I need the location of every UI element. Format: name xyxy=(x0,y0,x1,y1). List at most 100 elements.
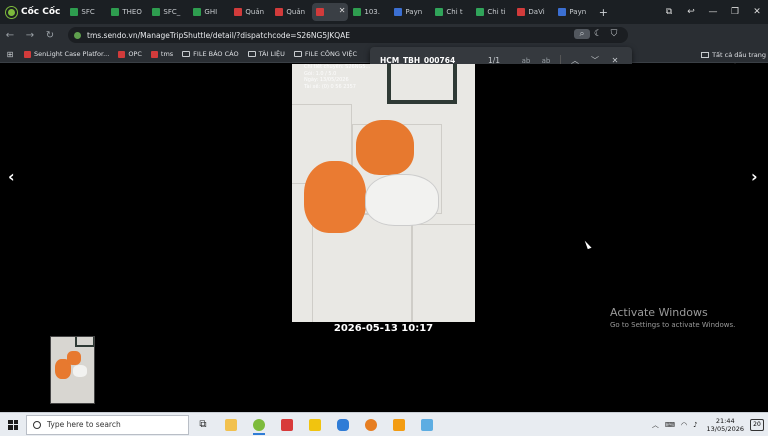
notification-button[interactable]: 20 xyxy=(750,419,764,431)
browser-tab[interactable]: Chi t xyxy=(431,3,471,21)
stamp-line: Chi tiết chuyến: S26NG5... xyxy=(304,64,371,70)
all-bookmarks-label: Tất cả dấu trang xyxy=(712,50,766,59)
bookmark-item[interactable]: TÀI LIỆU xyxy=(247,50,285,58)
file-explorer-app[interactable] xyxy=(217,414,245,436)
sublime-app-icon xyxy=(393,418,405,431)
ultraviewer-app[interactable] xyxy=(357,414,385,436)
photo-thumbnail[interactable] xyxy=(50,336,95,404)
stamp-line: Tài xế: (0) 0 56 2357 xyxy=(304,83,356,90)
sticky-notes-app[interactable] xyxy=(301,414,329,436)
address-bar[interactable]: tms.sendo.vn/ManageTripShuttle/detail/?d… xyxy=(68,27,628,43)
folder-app-icon xyxy=(225,418,237,431)
stool-leg xyxy=(387,64,457,104)
tab-favicon-icon xyxy=(517,8,526,16)
back-icon[interactable]: ← xyxy=(0,30,20,41)
tab-favicon-icon xyxy=(111,8,120,16)
image-viewer: Chi tiết chuyến: S26NG5... Gói: 1.0 / 5.0… xyxy=(0,64,768,406)
browser-tab[interactable]: Chi ti xyxy=(472,3,512,21)
bookmark-favicon-icon xyxy=(118,50,126,58)
browser-tab[interactable]: ✕ xyxy=(312,3,349,21)
window-controls: ⧉ ↩ — ❐ ✕ xyxy=(658,0,768,24)
url-text[interactable]: tms.sendo.vn/ManageTripShuttle/detail/?d… xyxy=(87,31,350,40)
maximize-icon[interactable]: ❐ xyxy=(724,7,746,17)
tab-label: Chi t xyxy=(446,8,463,16)
folder-icon xyxy=(182,51,191,57)
floor-tile xyxy=(412,224,475,322)
all-bookmarks[interactable]: Tất cả dấu trang xyxy=(701,46,768,63)
apps-grid-icon[interactable]: ⊞ xyxy=(2,50,18,59)
previous-image-button[interactable]: ‹ xyxy=(8,167,15,186)
mouse-cursor xyxy=(584,237,596,250)
tab-favicon-icon xyxy=(353,8,362,16)
windows-taskbar: Type here to search ⧉ ︿ ⌨ ◠ ♪ 21:44 13/0… xyxy=(0,412,768,436)
bookmark-favicon-icon xyxy=(150,50,158,58)
tab-search-icon[interactable]: ⧉ xyxy=(658,7,680,17)
zalo-app[interactable] xyxy=(329,414,357,436)
next-image-button[interactable]: › xyxy=(751,167,758,186)
white-bag xyxy=(365,174,439,226)
navigation-bar: ← → ↻ tms.sendo.vn/ManageTripShuttle/det… xyxy=(0,24,768,64)
close-window-icon[interactable]: ✕ xyxy=(746,7,768,17)
wps-app[interactable] xyxy=(273,414,301,436)
tab-favicon-icon xyxy=(316,8,325,16)
system-tray: ︿ ⌨ ◠ ♪ 21:44 13/05/2026 20 xyxy=(649,413,768,436)
omnibox-actions: ⌕ ☾ ⛉ xyxy=(574,29,622,39)
tab-favicon-icon xyxy=(234,8,243,16)
bookmark-item[interactable]: FILE CÔNG VIỆC xyxy=(293,50,357,58)
tab-favicon-icon xyxy=(152,8,161,16)
browser-tab[interactable]: Payn xyxy=(390,3,430,21)
browser-tab[interactable]: DaVi xyxy=(513,3,553,21)
bookmark-label: FILE BÁO CÁO xyxy=(193,50,239,58)
show-hidden-icons[interactable]: ︿ xyxy=(652,420,659,430)
back-to-tabs-icon[interactable]: ↩ xyxy=(680,7,702,17)
minimize-icon[interactable]: — xyxy=(702,7,724,17)
tab-favicon-icon xyxy=(275,8,284,16)
tab-label: 103. xyxy=(364,8,380,16)
search-placeholder: Type here to search xyxy=(47,420,121,429)
bookmark-item[interactable]: OPC xyxy=(118,50,142,58)
browser-tab[interactable]: Payn xyxy=(554,3,594,21)
tab-label: SFC_ xyxy=(163,8,181,16)
find-active-icon[interactable]: ⌕ xyxy=(574,29,590,39)
bookmark-item[interactable]: SenLight Case Platfor... xyxy=(24,50,109,58)
clock[interactable]: 21:44 13/05/2026 xyxy=(707,417,744,433)
folder-icon xyxy=(701,51,710,58)
browser-tab[interactable]: Quản xyxy=(230,3,270,21)
taskbar-search[interactable]: Type here to search xyxy=(26,414,189,435)
close-tab-icon[interactable]: ✕ xyxy=(339,6,346,15)
bookmark-item[interactable]: FILE BÁO CÁO xyxy=(182,50,239,58)
language-icon[interactable]: ⌨ xyxy=(665,421,675,429)
forward-icon[interactable]: → xyxy=(20,30,40,41)
bookmark-favicon-icon xyxy=(24,50,31,58)
zalo-app-icon xyxy=(337,418,349,431)
coccoc-app[interactable] xyxy=(245,414,273,436)
browser-tab[interactable]: GHI xyxy=(189,3,229,21)
sublime-app[interactable] xyxy=(385,414,413,436)
network-icon[interactable]: ◠ xyxy=(681,421,687,429)
tab-label: Quản xyxy=(245,8,265,16)
notepad-app[interactable] xyxy=(413,414,441,436)
bookmark-label: tms xyxy=(160,50,174,58)
folder-icon xyxy=(293,51,302,57)
volume-icon[interactable]: ♪ xyxy=(693,421,697,429)
start-button[interactable] xyxy=(0,419,26,430)
activate-windows-watermark: Activate Windows Go to Settings to activ… xyxy=(610,306,735,329)
site-info-icon[interactable] xyxy=(74,31,81,39)
browser-tab[interactable]: 103. xyxy=(349,3,389,21)
shield-icon[interactable]: ⛉ xyxy=(606,29,622,39)
dark-mode-icon[interactable]: ☾ xyxy=(590,29,606,39)
bookmark-label: SenLight Case Platfor... xyxy=(34,50,110,58)
bookmark-item[interactable]: tms xyxy=(150,50,174,58)
browser-tab[interactable]: SFC xyxy=(66,3,106,21)
reload-icon[interactable]: ↻ xyxy=(40,30,60,41)
browser-tab[interactable]: Quản xyxy=(271,3,311,21)
orange-bag xyxy=(304,161,366,233)
task-view-button[interactable]: ⧉ xyxy=(189,414,217,436)
activate-title: Activate Windows xyxy=(610,306,708,319)
delivery-photo[interactable]: Chi tiết chuyến: S26NG5... Gói: 1.0 / 5.0… xyxy=(292,64,475,322)
new-tab-button[interactable]: + xyxy=(595,6,611,19)
photo-caption: 2026-05-13 10:17 xyxy=(333,323,434,334)
browser-tab[interactable]: SFC_ xyxy=(148,3,188,21)
browser-tab[interactable]: THEO xyxy=(107,3,147,21)
tab-label: THEO xyxy=(122,8,142,16)
